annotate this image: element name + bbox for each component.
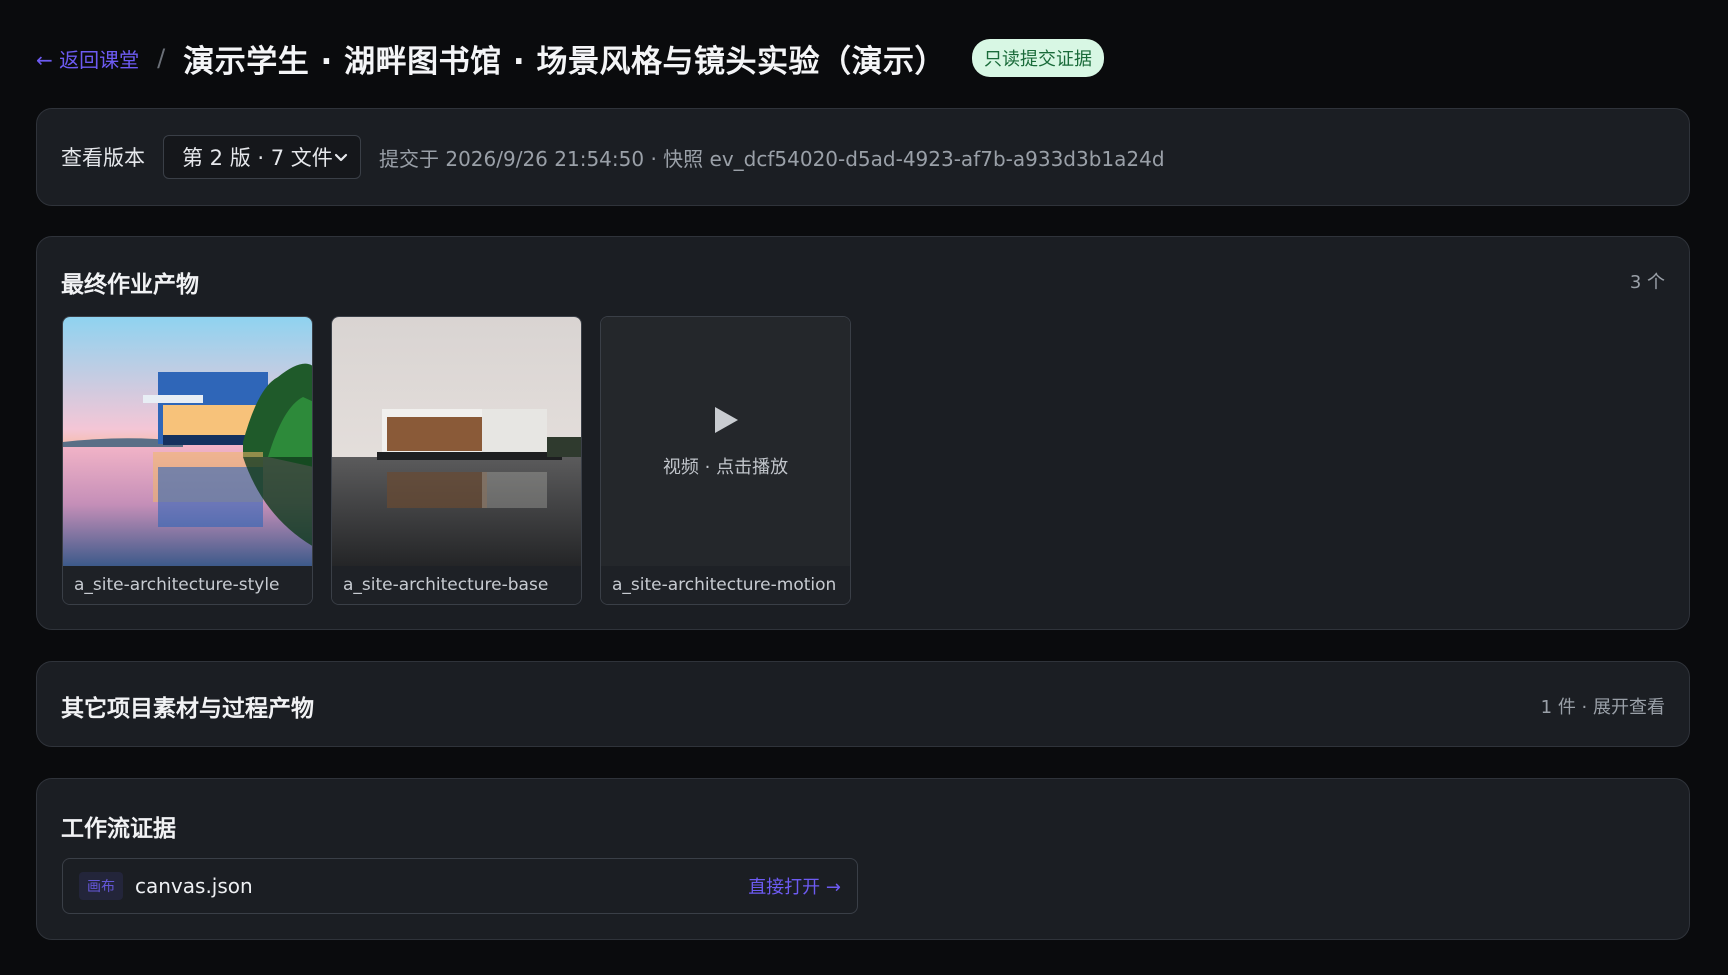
architecture-base-thumbnail [332,317,581,566]
version-row: 查看版本 第 2 版 · 7 文件 提交于 2026/9/26 21:54:50… [61,134,1165,180]
architecture-style-thumbnail [63,317,312,566]
play-icon [714,406,738,433]
output-card-caption: a_site-architecture-motion [601,566,850,604]
workflow-evidence-panel: 工作流证据 画布 canvas.json 直接打开 → [36,778,1690,940]
output-cards: a_site-architecture-style a_site-archite… [62,316,851,605]
header: ← 返回课堂 / 演示学生 · 湖畔图书馆 · 场景风格与镜头实验（演示） 只读… [36,36,1104,80]
architecture-style-image [63,317,312,566]
final-outputs-count: 3 个 [1629,272,1665,293]
back-to-classroom-link[interactable]: ← 返回课堂 [36,44,139,73]
version-meta: 提交于 2026/9/26 21:54:50 · 快照 ev_dcf54020-… [379,146,1165,171]
final-outputs-title: 最终作业产物 [61,272,199,298]
breadcrumb-separator: / [157,44,166,72]
video-thumbnail[interactable]: 视频 · 点击播放 [601,317,850,566]
chevron-down-icon [334,153,348,162]
page-title: 演示学生 · 湖畔图书馆 · 场景风格与镜头实验（演示） [183,43,946,80]
final-outputs-panel: 最终作业产物 3 个 a_site-architecture-style a_s… [36,236,1690,630]
workflow-evidence-title: 工作流证据 [61,816,176,842]
version-select-value: 第 2 版 · 7 文件 [182,146,333,170]
output-card-caption: a_site-architecture-base [332,566,581,604]
output-card[interactable]: a_site-architecture-style [62,316,313,605]
other-assets-title: 其它项目素材与过程产物 [61,696,314,722]
open-file-link[interactable]: 直接打开 → [748,873,841,899]
output-card-caption: a_site-architecture-style [63,566,312,604]
file-type-tag: 画布 [79,872,123,900]
version-panel: 查看版本 第 2 版 · 7 文件 提交于 2026/9/26 21:54:50… [36,108,1690,206]
video-play-label: 视频 · 点击播放 [662,456,789,478]
version-label: 查看版本 [61,146,145,170]
page: ← 返回课堂 / 演示学生 · 湖畔图书馆 · 场景风格与镜头实验（演示） 只读… [0,0,1728,975]
output-card-video[interactable]: 视频 · 点击播放 a_site-architecture-motion [600,316,851,605]
other-assets-panel[interactable]: 其它项目素材与过程产物 1 件 · 展开查看 [36,661,1690,747]
file-name: canvas.json [135,874,253,898]
other-assets-expand[interactable]: 1 件 · 展开查看 [1541,693,1665,719]
workflow-file-item: 画布 canvas.json 直接打开 → [62,858,858,914]
version-select[interactable]: 第 2 版 · 7 文件 [163,135,361,179]
output-card[interactable]: a_site-architecture-base [331,316,582,605]
architecture-base-image [332,317,581,566]
readonly-badge: 只读提交证据 [971,39,1104,77]
